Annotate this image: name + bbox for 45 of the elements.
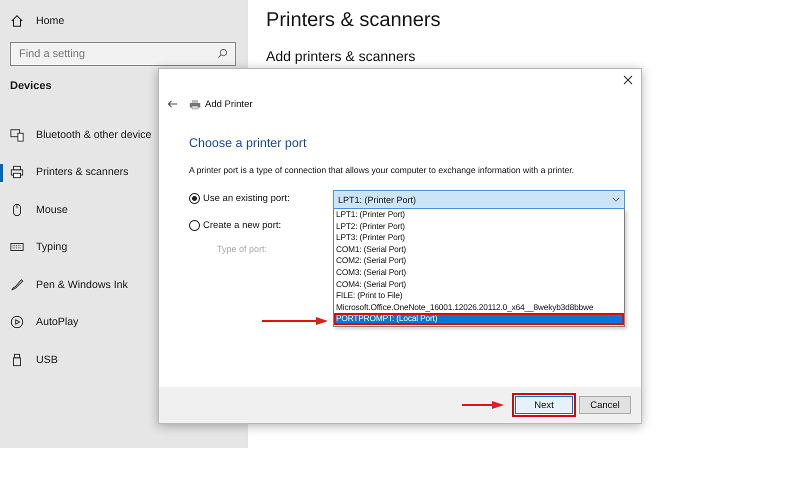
- sidebar-item[interactable]: Pen & Windows Ink: [0, 266, 248, 304]
- back-arrow-icon[interactable]: [167, 99, 178, 109]
- devices-icon: [10, 128, 24, 142]
- printer-icon: [189, 98, 201, 110]
- pen-icon: [10, 278, 24, 292]
- search-field[interactable]: Find a setting: [10, 42, 236, 66]
- port-option[interactable]: COM2: (Serial Port): [334, 255, 624, 267]
- port-option[interactable]: COM1: (Serial Port): [334, 244, 624, 256]
- radio-option[interactable]: Use an existing port:: [189, 190, 333, 207]
- port-option[interactable]: FILE: (Print to File): [334, 290, 624, 302]
- sidebar-item[interactable]: USB: [0, 341, 248, 378]
- arrow-drawing: [462, 401, 504, 409]
- port-option[interactable]: COM3: (Serial Port): [334, 266, 624, 279]
- field-label: Type of port:: [216, 244, 268, 254]
- printer-icon: [10, 165, 24, 180]
- port-option[interactable]: COM4: (Serial Port): [334, 278, 624, 290]
- radio-label: Use an existing port:: [203, 193, 290, 204]
- home-link[interactable]: Home: [0, 10, 248, 32]
- usb-icon: [10, 352, 24, 367]
- dialog-button[interactable]: Next: [515, 396, 573, 414]
- port-option[interactable]: LPT1: (Printer Port): [334, 209, 624, 221]
- radio-button[interactable]: [189, 193, 200, 204]
- mouse-icon: [10, 202, 24, 217]
- radio-option[interactable]: Create a new port:: [189, 217, 333, 234]
- section-heading: Devices: [9, 80, 53, 92]
- search-icon: [217, 48, 228, 59]
- radio-label: Create a new port:: [203, 220, 282, 231]
- port-option[interactable]: LPT2: (Printer Port): [334, 220, 624, 232]
- chevron-down-icon: [612, 197, 620, 202]
- port-option[interactable]: PORTPROMPT: (Local Port): [334, 313, 624, 325]
- close-icon[interactable]: [623, 75, 633, 85]
- section-title: Add printers & scanners: [266, 48, 416, 64]
- play-icon: [10, 315, 24, 330]
- description: A printer port is a type of connection that allows your computer to exchange information with a printer.: [189, 165, 576, 175]
- dialog-button[interactable]: Cancel: [579, 396, 631, 414]
- port-dropdown[interactable]: LPT1: (Printer Port): [333, 190, 625, 209]
- arrow-drawing: [262, 317, 328, 325]
- page-title: Printers & scanners: [266, 9, 441, 32]
- sidebar-item[interactable]: AutoPlay: [0, 304, 248, 341]
- port-option[interactable]: Microsoft.Office.OneNote_16001.12026.20112.0_x64__8wekyb3d8bbwe: [334, 302, 624, 314]
- port-option[interactable]: LPT3: (Printer Port): [334, 232, 624, 244]
- radio-button[interactable]: [189, 220, 200, 231]
- home-icon: [10, 14, 24, 28]
- dialog-heading: Choose a printer port: [189, 136, 308, 150]
- dialog-title: Add Printer: [205, 98, 253, 110]
